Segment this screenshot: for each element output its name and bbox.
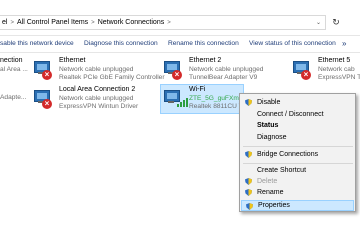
connection-adapter: ExpressVPN TA	[318, 74, 360, 81]
menu-separator	[243, 163, 353, 164]
connection-item-local-area-2[interactable]: × Local Area Connection 2 Network cable …	[33, 86, 161, 114]
wifi-adapter-icon	[163, 87, 188, 109]
address-bar-area: el > All Control Panel Items > Network C…	[0, 0, 360, 34]
connection-adapter: Realtek 8811CU W	[189, 103, 245, 110]
breadcrumb-chevron-icon[interactable]: >	[166, 20, 172, 26]
disconnected-x-icon: ×	[172, 70, 182, 80]
disconnected-x-icon: ×	[42, 70, 52, 80]
network-adapter-icon: ×	[163, 58, 185, 80]
connection-adapter: TunnelBear Adapter V9	[189, 74, 258, 81]
connection-item-ethernet[interactable]: × Ethernet Network cable unplugged Realt…	[33, 57, 165, 85]
connection-name: Ethernet 5	[318, 57, 351, 64]
menu-item-label: Connect / Disconnect	[257, 111, 324, 118]
menu-item-label: Status	[257, 122, 279, 129]
breadcrumb-control-panel[interactable]: el	[0, 19, 9, 26]
connection-name: Ethernet	[59, 57, 86, 64]
connection-name: Ethernet 2	[189, 57, 222, 64]
shield-icon	[245, 189, 252, 196]
connection-name: nection	[0, 57, 23, 64]
network-adapter-icon: ×	[33, 87, 55, 109]
view-status-button[interactable]: View status of this connection	[249, 40, 336, 47]
more-commands-icon[interactable]: »	[342, 39, 346, 48]
connection-name: Local Area Connection 2	[59, 86, 136, 93]
connection-status: Network cable unplugged	[189, 65, 264, 73]
menu-item-create-shortcut[interactable]: Create Shortcut	[241, 165, 354, 176]
diagnose-button[interactable]: Diagnose this connection	[84, 40, 158, 47]
shield-icon	[245, 99, 252, 106]
menu-item-bridge-connections[interactable]: Bridge Connections	[241, 149, 354, 160]
menu-item-delete[interactable]: Delete	[241, 176, 354, 187]
shield-icon	[245, 178, 252, 185]
menu-item-properties[interactable]: Properties	[241, 200, 354, 211]
rename-button[interactable]: Rename this connection	[168, 40, 239, 47]
disable-device-button[interactable]: sable this network device	[0, 40, 74, 47]
connection-item-ethernet-5[interactable]: × Ethernet 5 Network cab ExpressVPN TA	[292, 57, 360, 85]
command-bar: sable this network device Diagnose this …	[0, 35, 360, 53]
connection-status: Network cab	[318, 65, 355, 73]
context-menu: Disable Connect / Disconnect Status Diag…	[239, 93, 356, 212]
menu-item-connect-disconnect[interactable]: Connect / Disconnect	[241, 109, 354, 120]
connection-adapter: ExpressVPN Wintun Driver	[59, 103, 139, 110]
disconnected-x-icon: ×	[42, 99, 52, 109]
menu-item-label: Bridge Connections	[257, 151, 319, 158]
breadcrumb-all-items[interactable]: All Control Panel Items	[15, 19, 90, 26]
menu-separator	[243, 146, 353, 147]
menu-item-label: Disable	[257, 99, 281, 106]
shield-icon	[246, 203, 253, 210]
connection-adapter: Adapte...	[0, 94, 27, 101]
wifi-signal-icon	[177, 97, 188, 107]
connection-status: Network cable unplugged	[59, 65, 134, 73]
connection-adapter: al Area ...	[0, 65, 28, 73]
connection-name: Wi-Fi	[189, 86, 206, 93]
connection-status: ZTE_5G_guFXmX	[189, 94, 244, 102]
menu-item-label: Create Shortcut	[257, 167, 307, 174]
connection-adapter: Realtek PCIe GbE Family Controller	[59, 74, 165, 81]
menu-item-disable[interactable]: Disable	[241, 97, 354, 108]
menu-item-status[interactable]: Status	[241, 120, 354, 131]
menu-item-label: Delete	[257, 178, 278, 185]
menu-item-rename[interactable]: Rename	[241, 187, 354, 198]
address-dropdown-icon[interactable]: ⌄	[316, 19, 325, 26]
connection-item[interactable]: Adapte...	[0, 86, 30, 114]
connection-status: Network cable unplugged	[59, 94, 134, 102]
connection-item-wifi[interactable]: Wi-Fi ZTE_5G_guFXmX Realtek 8811CU W	[160, 84, 245, 114]
menu-item-label: Diagnose	[257, 134, 287, 141]
address-bar[interactable]: el > All Control Panel Items > Network C…	[0, 15, 326, 30]
menu-item-label: Rename	[257, 189, 284, 196]
network-adapter-icon: ×	[33, 58, 55, 80]
shield-icon	[245, 151, 252, 158]
breadcrumb-network-connections[interactable]: Network Connections	[96, 19, 167, 26]
disconnected-x-icon: ×	[301, 70, 311, 80]
menu-item-label: Properties	[258, 202, 290, 209]
network-adapter-icon: ×	[292, 58, 314, 80]
connection-item-ethernet-2[interactable]: × Ethernet 2 Network cable unplugged Tun…	[163, 57, 283, 85]
refresh-icon[interactable]: ↻	[329, 15, 343, 30]
menu-item-diagnose[interactable]: Diagnose	[241, 132, 354, 143]
